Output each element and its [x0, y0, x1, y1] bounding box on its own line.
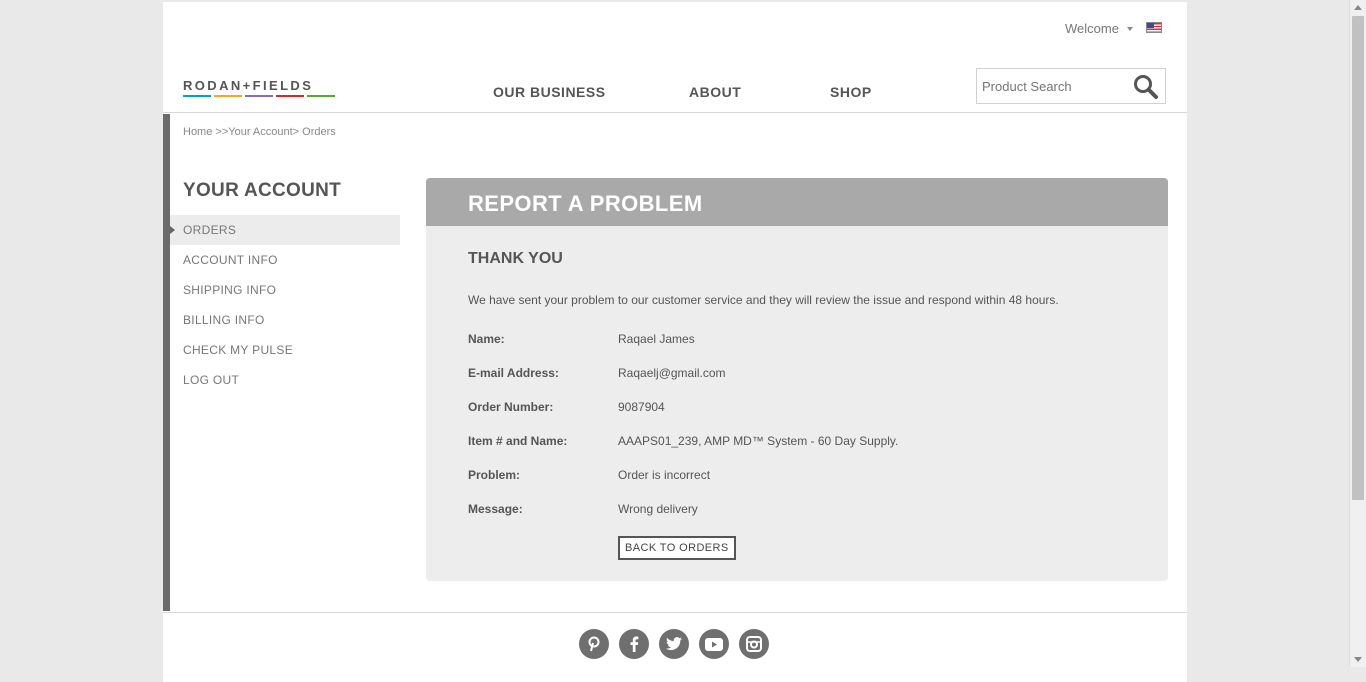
left-accent-bar [163, 114, 170, 611]
search-icon[interactable] [1133, 74, 1159, 105]
panel-title: REPORT A PROBLEM [426, 178, 1168, 226]
account-sidebar: ORDERS ACCOUNT INFO SHIPPING INFO BILLIN… [170, 215, 400, 395]
sidebar-item-account-info[interactable]: ACCOUNT INFO [170, 245, 400, 275]
twitter-icon[interactable] [659, 629, 689, 659]
footer-divider [163, 612, 1187, 613]
breadcrumb-separator: >> [212, 126, 229, 138]
header-divider [163, 112, 1187, 113]
logo-bar [183, 95, 211, 97]
logo-bar [307, 95, 335, 97]
sidebar-item-shipping-info[interactable]: SHIPPING INFO [170, 275, 400, 305]
sidebar-item-label: ORDERS [183, 223, 237, 237]
social-links [579, 629, 769, 659]
breadcrumb-your-account[interactable]: Your Account [228, 126, 292, 138]
sidebar-item-label: ACCOUNT INFO [183, 253, 278, 267]
sidebar-item-label: CHECK MY PULSE [183, 343, 294, 357]
sidebar-item-log-out[interactable]: LOG OUT [170, 365, 400, 395]
field-label: E-mail Address: [468, 366, 559, 380]
instagram-icon[interactable] [739, 629, 769, 659]
welcome-label: Welcome [1065, 21, 1119, 36]
scroll-down-icon[interactable] [1354, 657, 1362, 662]
logo-color-bars [183, 95, 343, 97]
scroll-up-icon[interactable] [1354, 5, 1362, 10]
facebook-icon[interactable] [619, 629, 649, 659]
logo-bar [276, 95, 304, 97]
search-box [976, 68, 1166, 104]
breadcrumb-home[interactable]: Home [183, 126, 212, 138]
sidebar-item-label: BILLING INFO [183, 313, 265, 327]
search-input[interactable] [977, 70, 1134, 102]
pinterest-icon[interactable] [579, 629, 609, 659]
youtube-icon[interactable] [699, 629, 729, 659]
field-value: Wrong delivery [618, 502, 698, 516]
field-value: 9087904 [618, 400, 665, 414]
nav-shop[interactable]: SHOP [830, 84, 872, 100]
sidebar-item-orders[interactable]: ORDERS [170, 215, 400, 245]
field-value: AAAPS01_239, AMP MD™ System - 60 Day Sup… [618, 434, 899, 448]
chevron-down-icon [1126, 26, 1133, 31]
logo-bar [245, 95, 273, 97]
report-problem-panel: REPORT A PROBLEM THANK YOU We have sent … [426, 178, 1168, 581]
field-label: Name: [468, 332, 505, 346]
field-label: Problem: [468, 468, 521, 482]
nav-our-business[interactable]: OUR BUSINESS [493, 84, 606, 100]
field-value: Raqaelj@gmail.com [618, 366, 726, 380]
field-label: Message: [468, 502, 523, 516]
confirmation-message: We have sent your problem to our custome… [468, 293, 1059, 307]
sidebar-item-billing-info[interactable]: BILLING INFO [170, 305, 400, 335]
welcome-menu[interactable]: Welcome [1065, 21, 1133, 36]
back-to-orders-button[interactable]: BACK TO ORDERS [618, 536, 736, 560]
logo[interactable]: RODAN+FIELDS [183, 78, 343, 97]
breadcrumb: Home >>Your Account> Orders [183, 126, 336, 138]
page-container: Welcome RODAN+FIELDS OUR BUSINESS ABOUT … [163, 2, 1187, 682]
active-arrow-icon [170, 226, 175, 234]
vertical-scrollbar[interactable] [1349, 0, 1366, 667]
sidebar-item-label: SHIPPING INFO [183, 283, 277, 297]
sidebar-item-label: LOG OUT [183, 373, 240, 387]
field-value: Order is incorrect [618, 468, 711, 482]
scrollbar-thumb[interactable] [1352, 16, 1364, 500]
sidebar-title: YOUR ACCOUNT [183, 180, 342, 201]
logo-bar [214, 95, 242, 97]
logo-text: RODAN+FIELDS [183, 78, 314, 93]
us-flag-icon[interactable] [1146, 22, 1162, 33]
field-label: Order Number: [468, 400, 554, 414]
breadcrumb-separator: > [292, 126, 303, 138]
breadcrumb-current: Orders [302, 126, 336, 138]
nav-about[interactable]: ABOUT [689, 84, 741, 100]
sidebar-item-check-my-pulse[interactable]: CHECK MY PULSE [170, 335, 400, 365]
thank-you-heading: THANK YOU [468, 250, 563, 267]
field-label: Item # and Name: [468, 434, 568, 448]
field-value: Raqael James [618, 332, 695, 346]
